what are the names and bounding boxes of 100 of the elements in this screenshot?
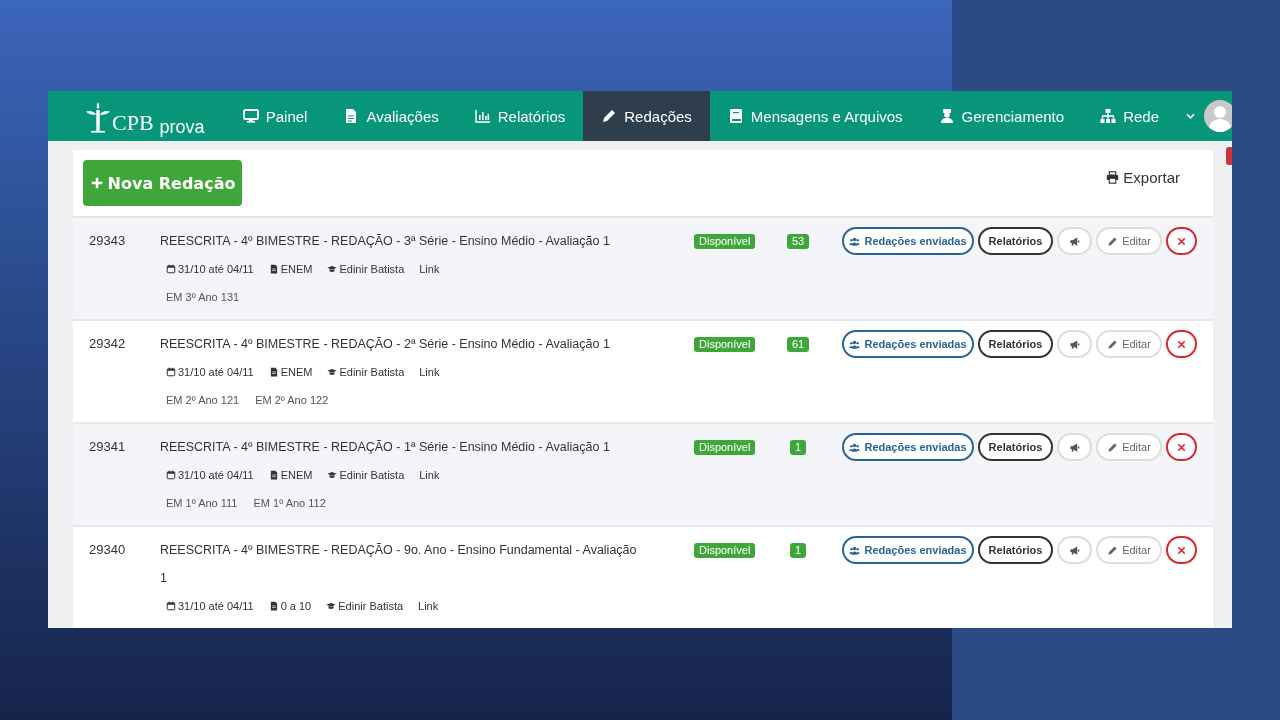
graduation-cap-icon [327, 367, 338, 377]
essay-title: REESCRITA - 4º BIMESTRE - REDAÇÃO - 2ª Série - Ensino Médio - Avaliação 1 [160, 336, 611, 353]
reports-button[interactable]: Relatórios [978, 433, 1053, 461]
calendar-icon [166, 470, 176, 480]
nav-tab[interactable]: Relatórios [456, 91, 584, 141]
link[interactable]: Link [419, 263, 440, 275]
count-badge: 1 [789, 439, 807, 455]
essay-title: REESCRITA - 4º BIMESTRE - REDAÇÃO - 9o. Ano - Ensino Fundamental - Avaliação 1 [160, 542, 638, 587]
submitted-essays-button[interactable]: Redações enviadas [842, 227, 974, 255]
delete-button[interactable] [1166, 536, 1197, 564]
announce-button[interactable] [1057, 330, 1092, 358]
nav-tab[interactable]: Avaliações [325, 91, 457, 141]
close-icon [1176, 338, 1187, 350]
class-group: EM 2º Ano 121 [166, 394, 240, 406]
status-badge: Disponível [694, 439, 756, 455]
pencil-icon [1107, 338, 1119, 350]
edit-button[interactable]: Editar [1096, 330, 1162, 358]
row-id: 29341 [89, 438, 127, 456]
pencil-icon [1107, 235, 1119, 247]
avatar[interactable] [1204, 100, 1232, 132]
teacher-name: Edinir Batista [339, 469, 405, 481]
essay-type: ENEM [280, 469, 313, 481]
users-icon [849, 235, 861, 247]
class-group: EM 1º Ano 112 [253, 497, 326, 509]
link[interactable]: Link [418, 600, 439, 612]
essay-type: ENEM [280, 263, 313, 275]
row-id: 29340 [89, 541, 127, 559]
date-range: 31/10 até 04/11 [178, 469, 254, 481]
calendar-icon [166, 367, 176, 377]
submitted-essays-button[interactable]: Redações enviadas [842, 536, 974, 564]
nav-tab[interactable]: Redações [583, 91, 710, 141]
calendar-icon [166, 601, 176, 611]
graduation-cap-icon [327, 470, 338, 480]
status-badge: Disponível [694, 542, 756, 558]
nav-tab[interactable]: Rede [1082, 91, 1177, 141]
pencil-icon [601, 108, 618, 124]
notification-badge [1226, 147, 1232, 165]
close-icon [1176, 441, 1187, 453]
bar-chart-icon [474, 108, 491, 124]
users-icon [849, 338, 861, 350]
monitor-icon [242, 108, 259, 124]
count-badge: 53 [786, 233, 810, 249]
essay-type: 0 a 10 [280, 600, 312, 612]
nav-tab[interactable]: Gerenciamento [920, 91, 1083, 141]
essay-title: REESCRITA - 4º BIMESTRE - REDAÇÃO - 1ª Série - Ensino Médio - Avaliação 1 [160, 439, 611, 456]
nav-tab[interactable]: Painel [224, 91, 326, 141]
submitted-essays-button[interactable]: Redações enviadas [842, 433, 974, 461]
printer-icon [1106, 170, 1120, 184]
edit-button[interactable]: Editar [1096, 536, 1162, 564]
calendar-icon [166, 264, 176, 274]
row-id: 29342 [89, 335, 127, 353]
export-button[interactable]: Exportar [1100, 167, 1186, 187]
announce-button[interactable] [1057, 536, 1092, 564]
plus-icon [89, 176, 104, 190]
book-icon [727, 108, 744, 124]
essay-title: REESCRITA - 4º BIMESTRE - REDAÇÃO - 3ª Série - Ensino Médio - Avaliação 1 [160, 233, 611, 250]
edit-button[interactable]: Editar [1096, 227, 1162, 255]
teacher-name: Edinir Batista [338, 600, 404, 612]
essay-type: ENEM [280, 366, 313, 378]
person-icon [938, 108, 955, 124]
date-range: 31/10 até 04/11 [178, 263, 254, 275]
delete-button[interactable] [1166, 433, 1197, 461]
submitted-essays-button[interactable]: Redações enviadas [842, 330, 974, 358]
teacher-name: Edinir Batista [339, 366, 405, 378]
graduation-cap-icon [326, 601, 337, 611]
link[interactable]: Link [419, 366, 440, 378]
reports-button[interactable]: Relatórios [978, 330, 1053, 358]
brand-name: CPB [112, 111, 154, 135]
count-badge: 61 [786, 336, 810, 352]
date-range: 31/10 até 04/11 [178, 600, 254, 612]
megaphone-icon [1069, 338, 1080, 350]
link[interactable]: Link [419, 469, 440, 481]
document-icon [268, 264, 279, 274]
close-icon [1176, 235, 1187, 247]
delete-button[interactable] [1166, 227, 1197, 255]
row-id: 29343 [89, 232, 127, 250]
nav-tab[interactable]: Mensagens e Arquivos [709, 91, 921, 141]
graduation-cap-icon [327, 264, 338, 274]
pencil-icon [1107, 441, 1119, 453]
announce-button[interactable] [1057, 433, 1092, 461]
megaphone-icon [1069, 235, 1080, 247]
date-range: 31/10 até 04/11 [178, 366, 254, 378]
class-group: EM 2º Ano 122 [255, 394, 329, 406]
class-group: EM 3º Ano 131 [166, 291, 240, 303]
edit-button[interactable]: Editar [1096, 433, 1162, 461]
close-icon [1176, 544, 1187, 556]
document-icon [268, 470, 279, 480]
status-badge: Disponível [694, 233, 756, 249]
document-icon [268, 601, 279, 611]
count-badge: 1 [789, 542, 807, 558]
teacher-name: Edinir Batista [339, 263, 405, 275]
reports-button[interactable]: Relatórios [978, 227, 1053, 255]
product-name: prova [159, 117, 205, 137]
delete-button[interactable] [1166, 330, 1197, 358]
status-badge: Disponível [694, 336, 756, 352]
class-group: EM 1º Ano 111 [166, 497, 238, 509]
megaphone-icon [1069, 544, 1080, 556]
reports-button[interactable]: Relatórios [978, 536, 1053, 564]
announce-button[interactable] [1057, 227, 1092, 255]
megaphone-icon [1069, 441, 1080, 453]
